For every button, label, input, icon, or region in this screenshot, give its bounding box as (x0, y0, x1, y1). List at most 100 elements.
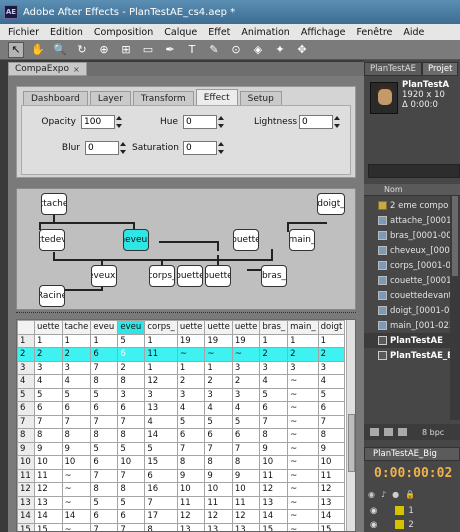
menu-aide[interactable]: Aide (403, 27, 424, 38)
table-row[interactable]: 8 8 8 8 8 14 6 6 6 8 ~8 (17, 428, 346, 443)
grid-cell[interactable]: 10 (317, 455, 346, 470)
grid-cell[interactable]: 3 (176, 387, 206, 402)
grid-cell[interactable]: 2 (231, 374, 261, 389)
row-header[interactable]: 10 (17, 455, 35, 470)
grid-cell[interactable]: 15 (34, 522, 63, 531)
camera-tool-icon[interactable]: ⊕ (96, 42, 112, 58)
grid-cell[interactable]: 2 (259, 347, 289, 362)
scroll-thumb[interactable] (452, 196, 458, 276)
menu-fichier[interactable]: Fichier (8, 27, 39, 38)
grid-cell[interactable]: 12 (204, 509, 233, 524)
tab-setup[interactable]: Setup (239, 91, 282, 105)
project-item[interactable]: bras_[0001-0046 (364, 228, 460, 243)
grid-cell[interactable]: 5 (117, 333, 146, 348)
grid-cell[interactable]: 15 (259, 522, 289, 531)
grid-cell[interactable]: 2 (34, 347, 63, 362)
project-item[interactable]: doigt_[0001-002 (364, 303, 460, 318)
puppet-pin-tool-icon[interactable]: ✥ (294, 42, 310, 58)
grid-cell[interactable]: 10 (259, 455, 289, 470)
grid-cell[interactable]: 4 (176, 401, 206, 416)
grid-cell[interactable]: 19 (176, 333, 206, 348)
grid-cell[interactable]: 7 (34, 414, 63, 429)
opacity-stepper[interactable] (116, 115, 124, 129)
text-tool-icon[interactable]: T (184, 42, 200, 58)
grid-cell[interactable]: 6 (90, 509, 119, 524)
project-item[interactable]: corps_[0001-002 (364, 258, 460, 273)
grid-cell[interactable]: 10 (34, 455, 63, 470)
grid-cell[interactable]: 9 (259, 441, 289, 456)
table-row[interactable]: 13 13 ~5 5 7 11 11 11 13 ~13 (17, 495, 346, 510)
tree-node-couette-2[interactable]: ouette (205, 265, 231, 287)
grid-cell[interactable]: 13 (259, 495, 289, 510)
grid-cell[interactable]: 10 (204, 482, 233, 497)
table-row[interactable]: 9 9 9 5 5 5 7 7 7 9 ~9 (17, 441, 346, 456)
grid-cell[interactable]: 13 (204, 522, 233, 531)
grid-cell[interactable]: 6 (90, 347, 119, 362)
table-row[interactable]: 5 5 5 5 3 3 3 3 3 5 ~5 (17, 387, 346, 402)
tree-node-doigt[interactable]: doigt_ (317, 193, 345, 215)
row-header[interactable]: 1 (17, 333, 35, 348)
table-row[interactable]: 4 4 4 8 8 12 2 2 2 4 ~4 (17, 374, 346, 389)
tab-dashboard[interactable]: Dashboard (23, 91, 88, 105)
row-header[interactable]: 12 (17, 482, 35, 497)
zoom-tool-icon[interactable]: 🔍 (52, 42, 68, 58)
grid-cell[interactable]: 5 (317, 387, 346, 402)
grid-cell[interactable]: 19 (231, 333, 261, 348)
project-item[interactable]: attache_[0001-00 (364, 213, 460, 228)
timeline-tab[interactable]: PlanTestAE_Big (364, 447, 460, 461)
grid-cell[interactable]: 7 (317, 414, 346, 429)
grid-cell[interactable]: 2 (287, 347, 319, 362)
timecode-display[interactable]: 0:00:00:02 (374, 466, 452, 481)
tree-node-couette-3[interactable]: ouette (233, 229, 259, 251)
rectangle-tool-icon[interactable]: ▭ (140, 42, 156, 58)
grid-cell[interactable]: 14 (34, 509, 63, 524)
row-header[interactable]: 6 (17, 401, 35, 416)
grid-cell[interactable]: 4 (204, 401, 233, 416)
column-header[interactable]: bras_ (259, 320, 289, 335)
lightness-input[interactable] (299, 115, 333, 129)
row-header[interactable]: 3 (17, 360, 35, 375)
saturation-stepper[interactable] (218, 141, 226, 155)
grid-cell[interactable]: 6 (90, 455, 119, 470)
blur-input[interactable] (85, 141, 119, 155)
grid-cell[interactable]: 6 (61, 401, 92, 416)
grid-cell[interactable]: ~ (287, 374, 319, 389)
grid-cell[interactable]: 2 (61, 347, 92, 362)
grid-cell[interactable]: 7 (117, 522, 146, 531)
column-header[interactable]: corps_ (144, 320, 178, 335)
selection-tool-icon[interactable]: ↖ (8, 41, 24, 58)
grid-cell[interactable]: 12 (144, 374, 178, 389)
column-header[interactable]: eveu (117, 320, 146, 335)
grid-cell[interactable]: 7 (90, 522, 119, 531)
interpret-footage-icon[interactable] (370, 428, 379, 436)
grid-cell[interactable]: 3 (231, 387, 261, 402)
clone-stamp-tool-icon[interactable]: ⊙ (228, 42, 244, 58)
new-folder-icon[interactable] (384, 428, 393, 436)
grid-cell[interactable]: 10 (117, 455, 146, 470)
grid-cell[interactable]: 7 (176, 441, 206, 456)
grid-cell[interactable]: 1 (90, 333, 119, 348)
grid-cell[interactable]: 5 (204, 414, 233, 429)
grid-cell[interactable]: 1 (144, 360, 178, 375)
menu-affichage[interactable]: Affichage (301, 27, 346, 38)
grid-cell[interactable]: 14 (61, 509, 92, 524)
grid-cell[interactable]: 3 (317, 360, 346, 375)
label-color-swatch[interactable] (395, 520, 405, 529)
hue-input[interactable] (183, 115, 217, 129)
grid-cell[interactable]: 5 (90, 441, 119, 456)
project-item[interactable]: PlanTestAE_Big (364, 348, 460, 363)
grid-cell[interactable]: 8 (144, 522, 178, 531)
row-header[interactable]: 2 (17, 347, 35, 362)
splitter-handle[interactable] (16, 312, 356, 316)
grid-cell[interactable]: 8 (176, 455, 206, 470)
grid-cell[interactable]: ~ (231, 347, 261, 362)
grid-cell[interactable]: 11 (34, 468, 63, 483)
grid-cell[interactable]: 14 (259, 509, 289, 524)
menu-animation[interactable]: Animation (241, 27, 289, 38)
grid-cell[interactable]: 3 (231, 360, 261, 375)
grid-cell[interactable]: 11 (317, 468, 346, 483)
grid-cell[interactable]: 7 (117, 414, 146, 429)
grid-cell[interactable]: 5 (117, 441, 146, 456)
grid-cell[interactable]: 8 (317, 428, 346, 443)
row-header[interactable]: 7 (17, 414, 35, 429)
